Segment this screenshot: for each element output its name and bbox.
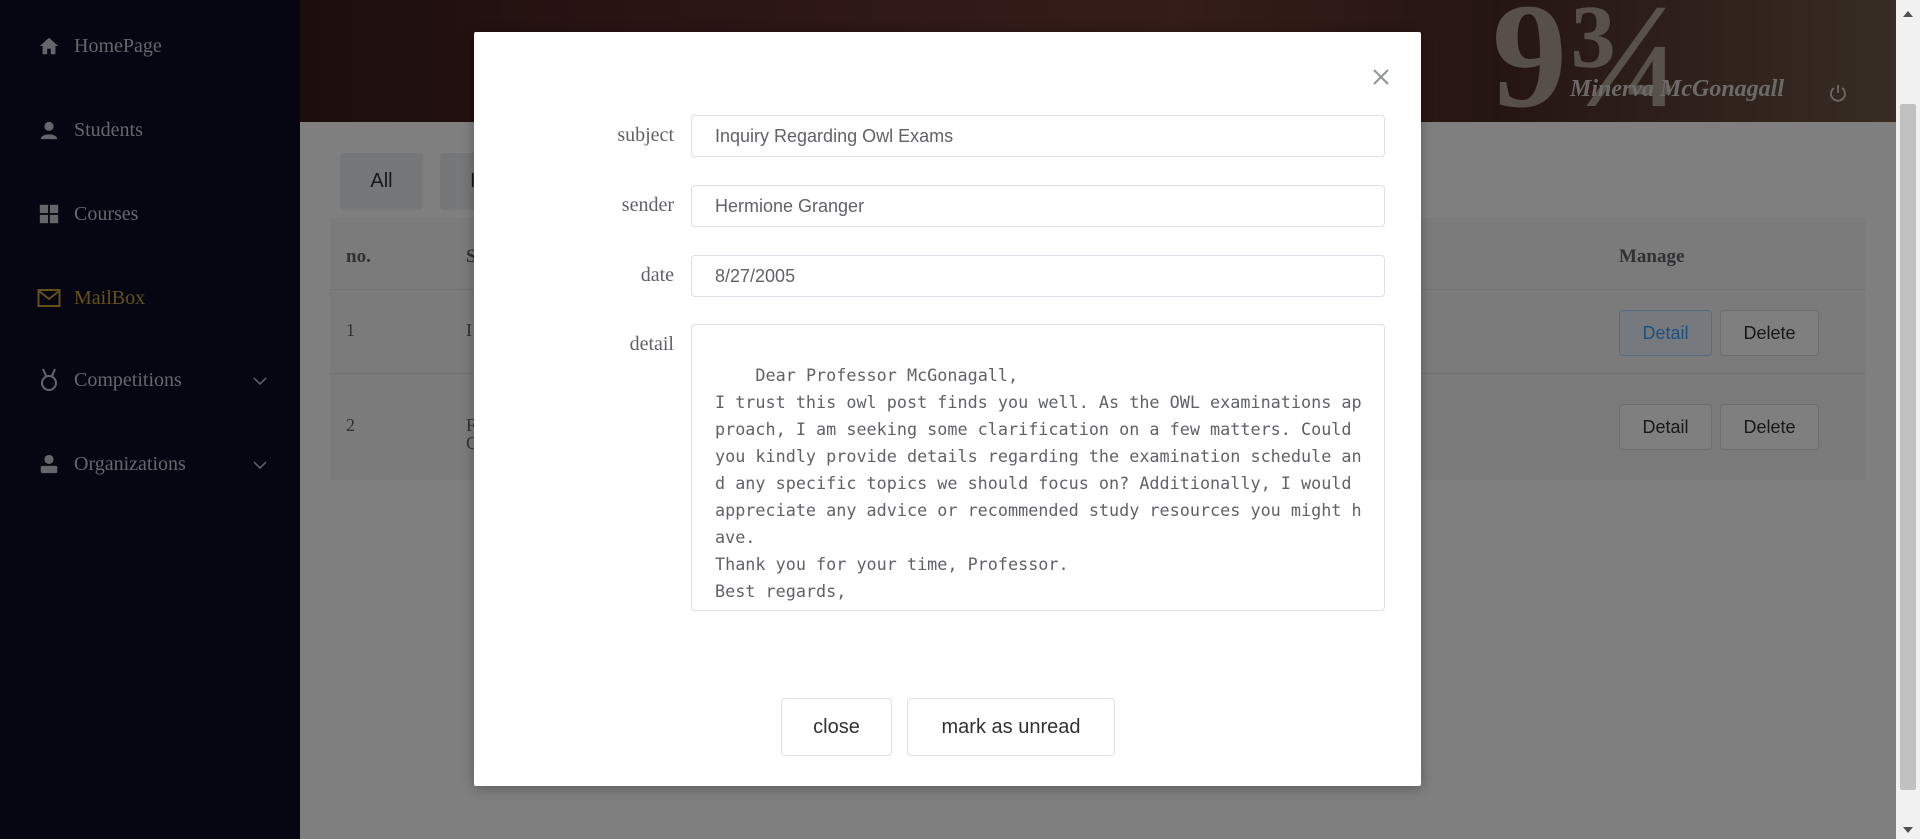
subject-field[interactable]: Inquiry Regarding Owl Exams	[691, 115, 1385, 157]
sender-label: sender	[621, 194, 674, 216]
close-button[interactable]: close	[781, 698, 892, 756]
detail-label: detail	[629, 333, 674, 355]
date-field[interactable]: 8/27/2005	[691, 255, 1385, 297]
page-scrollbar[interactable]	[1896, 0, 1920, 839]
detail-text: Dear Professor McGonagall, I trust this …	[715, 365, 1362, 610]
close-icon[interactable]	[1370, 66, 1392, 88]
date-label: date	[640, 264, 674, 286]
resize-handle-icon[interactable]	[1370, 596, 1382, 608]
mail-detail-dialog: subject Inquiry Regarding Owl Exams send…	[474, 32, 1421, 786]
scrollbar-thumb[interactable]	[1900, 104, 1916, 790]
scroll-down-icon[interactable]	[1902, 822, 1914, 833]
subject-label: subject	[617, 124, 674, 146]
sender-field[interactable]: Hermione Granger	[691, 185, 1385, 227]
detail-textarea[interactable]: Dear Professor McGonagall, I trust this …	[691, 324, 1385, 611]
scroll-up-icon[interactable]	[1902, 6, 1914, 17]
mark-as-unread-button[interactable]: mark as unread	[907, 698, 1115, 756]
